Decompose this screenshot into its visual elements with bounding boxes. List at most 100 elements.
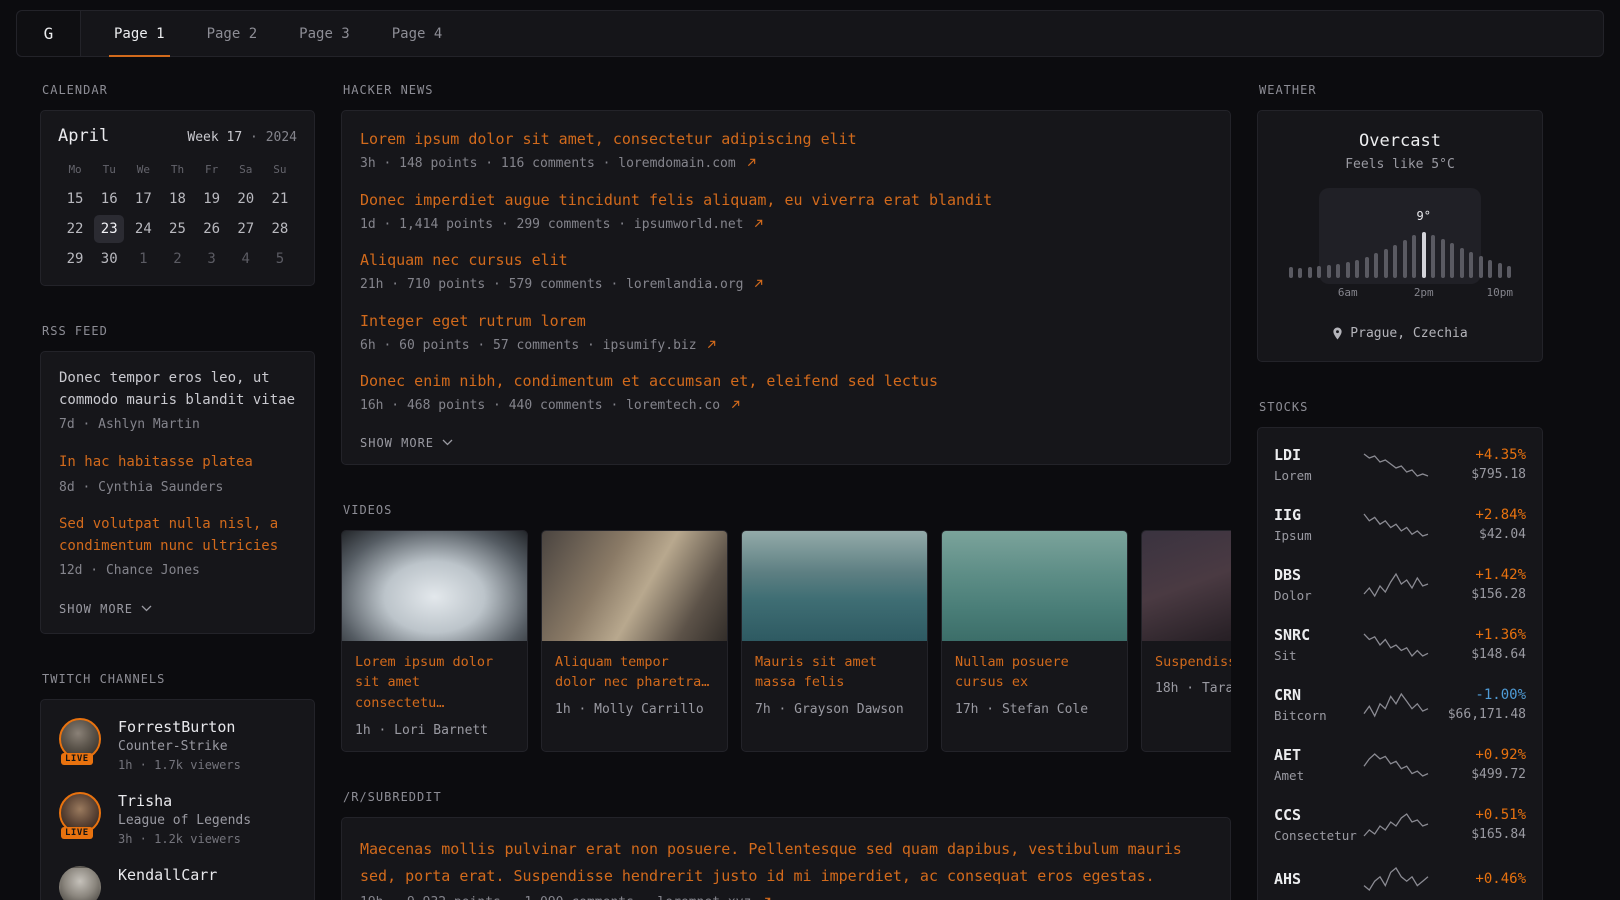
calendar-day[interactable]: 28	[265, 215, 295, 243]
tab-page-1[interactable]: Page 1	[93, 11, 186, 56]
avatar	[59, 866, 105, 900]
stock-change: +1.42%	[1434, 567, 1526, 583]
stock-ticker: AHS	[1274, 870, 1358, 888]
video-thumbnail[interactable]	[742, 531, 927, 641]
subreddit-post-title[interactable]: Maecenas mollis pulvinar erat non posuer…	[360, 836, 1212, 889]
rss-item-title[interactable]: In hac habitasse platea	[59, 452, 296, 474]
rss-show-more-button[interactable]: SHOW MORE	[59, 602, 152, 616]
weather-bar	[1479, 256, 1483, 278]
stock-row[interactable]: AHS +0.46%	[1274, 854, 1526, 900]
calendar-day[interactable]: 20	[231, 185, 261, 213]
weather-bar	[1412, 235, 1416, 278]
calendar-day[interactable]: 2	[162, 245, 192, 273]
video-meta: 1h · Molly Carrillo	[555, 702, 714, 717]
stock-row[interactable]: LDILorem+4.35%$795.18	[1274, 434, 1526, 494]
calendar-day[interactable]: 24	[128, 215, 158, 243]
video-title[interactable]: Lorem ipsum dolor sit amet consectetu…	[355, 652, 514, 715]
stock-values: +0.46%	[1434, 871, 1526, 887]
hn-item-meta: 1d · 1,414 points · 299 comments · ipsum…	[360, 215, 1212, 235]
weather-bar	[1336, 264, 1340, 278]
video-thumbnail[interactable]	[1142, 531, 1231, 641]
video-card: Aliquam tempor dolor nec pharetra… 1h · M…	[541, 530, 728, 753]
calendar-day[interactable]: 16	[94, 185, 124, 213]
hn-item-title[interactable]: Lorem ipsum dolor sit amet, consectetur …	[360, 129, 1212, 150]
calendar-day[interactable]: 1	[128, 245, 158, 273]
calendar-day[interactable]: 19	[197, 185, 227, 213]
weather-bar	[1374, 253, 1378, 278]
video-thumbnail[interactable]	[942, 531, 1127, 641]
stock-row[interactable]: CRNBitcorn-1.00%$66,171.48	[1274, 674, 1526, 734]
stock-info: SNRCSit	[1274, 626, 1358, 663]
calendar-day[interactable]: 5	[265, 245, 295, 273]
app-logo[interactable]: G	[17, 11, 81, 56]
hn-item: Aliquam nec cursus elit21h · 710 points …	[360, 250, 1212, 295]
rss-item-title[interactable]: Donec tempor eros leo, ut commodo mauris…	[59, 368, 296, 411]
channel-name[interactable]: Trisha	[118, 792, 251, 810]
stock-ticker: CCS	[1274, 806, 1358, 824]
avatar: LIVE	[59, 792, 105, 834]
video-title[interactable]: Mauris sit amet massa felis	[755, 652, 914, 694]
stock-name: Lorem	[1274, 468, 1358, 483]
video-body: Nullam posuere cursus ex17h · Stefan Col…	[942, 641, 1127, 731]
calendar-day[interactable]: 29	[60, 245, 90, 273]
video-title[interactable]: Aliquam tempor dolor nec pharetra…	[555, 652, 714, 694]
hn-item-title[interactable]: Aliquam nec cursus elit	[360, 250, 1212, 271]
hn-item-title[interactable]: Integer eget rutrum lorem	[360, 311, 1212, 332]
calendar-day[interactable]: 17	[128, 185, 158, 213]
hn-item-title[interactable]: Donec imperdiet augue tincidunt felis al…	[360, 190, 1212, 211]
video-thumbnail[interactable]	[542, 531, 727, 641]
calendar-day[interactable]: 30	[94, 245, 124, 273]
weather-time-label: 6am	[1338, 286, 1358, 299]
stocks-widget: STOCKS LDILorem+4.35%$795.18IIGIpsum+2.8…	[1257, 400, 1543, 900]
stock-name: Consectetur	[1274, 828, 1358, 843]
weather-bar	[1393, 245, 1397, 278]
weather-bar	[1384, 249, 1388, 278]
tab-page-2[interactable]: Page 2	[186, 11, 279, 56]
calendar-day[interactable]: 25	[162, 215, 192, 243]
video-title[interactable]: Suspendisse diam	[1155, 652, 1231, 673]
video-body: Mauris sit amet massa felis7h · Grayson …	[742, 641, 927, 731]
stock-sparkline	[1362, 692, 1430, 718]
weather-bar	[1365, 257, 1369, 278]
calendar-day[interactable]: 26	[197, 215, 227, 243]
calendar-day[interactable]: 27	[231, 215, 261, 243]
calendar-day[interactable]: 4	[231, 245, 261, 273]
stock-row[interactable]: IIGIpsum+2.84%$42.04	[1274, 494, 1526, 554]
tab-page-4[interactable]: Page 4	[371, 11, 464, 56]
stock-row[interactable]: SNRCSit+1.36%$148.64	[1274, 614, 1526, 674]
tab-page-3[interactable]: Page 3	[278, 11, 371, 56]
twitch-channel[interactable]: LIVEForrestBurtonCounter-Strike1h · 1.7k…	[59, 718, 296, 772]
weather-time-label: 2pm	[1414, 286, 1434, 299]
weather-bar	[1346, 262, 1350, 278]
stock-price: $148.64	[1434, 647, 1526, 662]
stock-row[interactable]: AETAmet+0.92%$499.72	[1274, 734, 1526, 794]
rss-list: Donec tempor eros leo, ut commodo mauris…	[59, 368, 296, 581]
weather-bar	[1450, 243, 1454, 278]
video-thumbnail[interactable]	[342, 531, 527, 641]
calendar-day[interactable]: 3	[197, 245, 227, 273]
calendar-day[interactable]: 22	[60, 215, 90, 243]
weather-bar	[1355, 260, 1359, 278]
calendar-day[interactable]: 18	[162, 185, 192, 213]
weather-card: Overcast Feels like 5°C 9°6am2pm10pm Pra…	[1257, 110, 1543, 362]
calendar-day[interactable]: 23	[94, 215, 124, 243]
calendar-year: 2024	[266, 130, 297, 145]
video-title[interactable]: Nullam posuere cursus ex	[955, 652, 1114, 694]
twitch-channel[interactable]: LIVE TrishaLeague of Legends3h · 1.2k vie…	[59, 792, 296, 846]
rss-item-title[interactable]: Sed volutpat nulla nisl, a condimentum n…	[59, 514, 296, 557]
channel-info: TrishaLeague of Legends3h · 1.2k viewers	[118, 792, 251, 846]
channel-name[interactable]: KendallCarr	[118, 866, 217, 884]
calendar-day[interactable]: 15	[60, 185, 90, 213]
rss-item: Donec tempor eros leo, ut commodo mauris…	[59, 368, 296, 435]
channel-name[interactable]: ForrestBurton	[118, 718, 241, 736]
calendar-day[interactable]: 21	[265, 185, 295, 213]
stocks-card: LDILorem+4.35%$795.18IIGIpsum+2.84%$42.0…	[1257, 427, 1543, 900]
stock-row[interactable]: CCSConsectetur+0.51%$165.84	[1274, 794, 1526, 854]
stock-info: AHS	[1274, 870, 1358, 888]
hn-item-title[interactable]: Donec enim nibh, condimentum et accumsan…	[360, 371, 1212, 392]
weather-bar	[1469, 252, 1473, 278]
stock-row[interactable]: DBSDolor+1.42%$156.28	[1274, 554, 1526, 614]
hackernews-show-more-button[interactable]: SHOW MORE	[360, 436, 453, 450]
twitch-channel[interactable]: KendallCarr	[59, 866, 296, 900]
stock-change: -1.00%	[1434, 687, 1526, 703]
